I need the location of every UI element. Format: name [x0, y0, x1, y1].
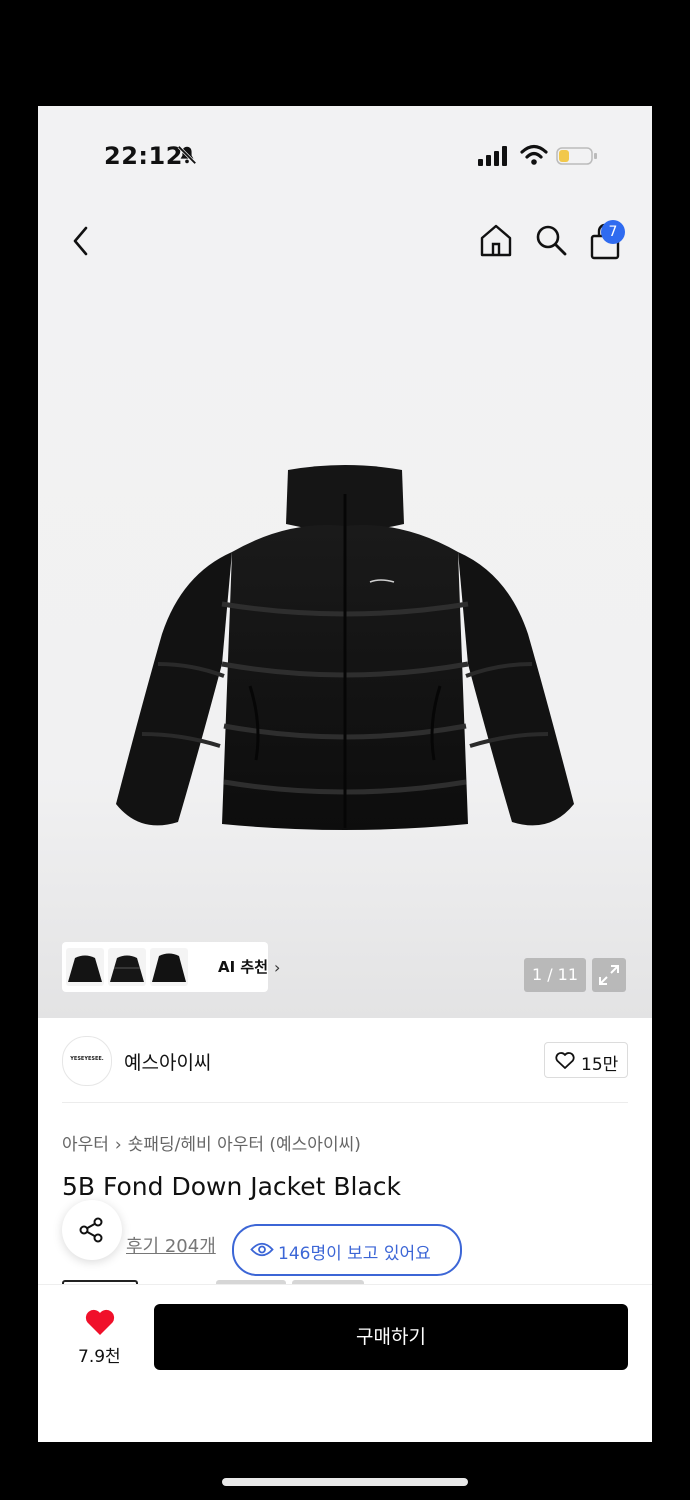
back-chevron-icon[interactable] [68, 224, 94, 258]
eye-icon [250, 1242, 274, 1257]
buy-button[interactable]: 구매하기 [154, 1304, 628, 1370]
recommend-thumbnail[interactable] [150, 948, 188, 986]
brand-like-count: 15만 [581, 1055, 619, 1075]
reviews-link[interactable]: 후기 204개 [126, 1232, 216, 1258]
chevron-right-icon: › [274, 958, 281, 977]
divider [62, 1102, 628, 1103]
share-icon [79, 1217, 103, 1243]
brand-logo[interactable]: YESEYESEE. [62, 1036, 112, 1086]
signal-icon [478, 146, 507, 166]
heart-outline-icon [555, 1052, 575, 1069]
home-icon[interactable] [478, 222, 514, 258]
heart-filled-icon[interactable] [84, 1308, 116, 1336]
battery-icon [556, 147, 597, 165]
product-image [116, 465, 574, 830]
chevron-right-icon: › [114, 1135, 122, 1155]
breadcrumb-item[interactable]: 아우터 [62, 1135, 109, 1155]
product-title: 5B Fond Down Jacket Black [62, 1172, 402, 1201]
app-screen: 22:12 7 AI 추천 › 1 / 11 YESEYESEE. 예스아이씨 … [38, 106, 652, 1442]
brand-logo-text: YESEYESEE. [70, 1056, 104, 1062]
expand-icon[interactable] [592, 958, 626, 992]
share-button[interactable] [62, 1200, 122, 1260]
breadcrumb-item[interactable]: 숏패딩/헤비 아우터 (예스아이씨) [128, 1135, 361, 1155]
viewers-text: 146명이 보고 있어요 [278, 1244, 431, 1264]
ai-recommend-strip[interactable]: AI 추천 › [62, 942, 280, 992]
cart-count-badge: 7 [601, 220, 625, 244]
search-icon[interactable] [534, 222, 568, 258]
status-time: 22:12 [104, 142, 183, 170]
home-indicator[interactable] [222, 1478, 468, 1486]
brand-name[interactable]: 예스아이씨 [124, 1048, 211, 1075]
viewers-badge: 146명이 보고 있어요 [232, 1224, 462, 1276]
recommend-thumbnail[interactable] [108, 948, 146, 986]
recommend-thumbnail[interactable] [66, 948, 104, 986]
status-bar: 22:12 [38, 106, 652, 206]
brand-like-button[interactable]: 15만 [544, 1042, 628, 1078]
wish-count: 7.9천 [78, 1347, 121, 1367]
bell-slash-icon [177, 145, 197, 165]
breadcrumb: 아우터 › 숏패딩/헤비 아우터 (예스아이씨) [62, 1130, 361, 1155]
image-counter: 1 / 11 [524, 958, 586, 992]
wifi-icon [520, 144, 548, 165]
ai-recommend-label: AI 추천 [218, 958, 269, 976]
